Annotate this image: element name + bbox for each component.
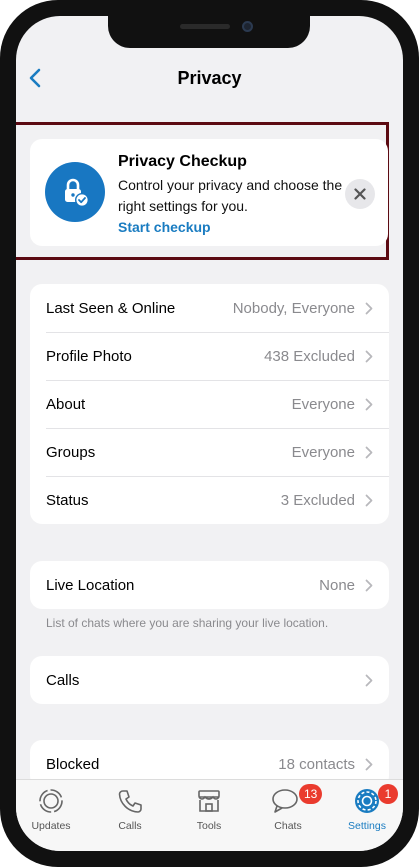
- chevron-right-icon: [365, 758, 373, 770]
- row-about[interactable]: About Everyone: [30, 380, 389, 428]
- row-value: 18 contacts: [278, 755, 355, 773]
- row-last-seen[interactable]: Last Seen & Online Nobody, Everyone: [30, 284, 389, 332]
- checkup-description: Control your privacy and choose the righ…: [118, 177, 343, 214]
- camera: [242, 21, 253, 32]
- privacy-settings-group: Last Seen & Online Nobody, Everyone Prof…: [30, 284, 389, 524]
- close-icon: [354, 188, 366, 200]
- chevron-right-icon: [365, 579, 373, 591]
- chevron-right-icon: [365, 446, 373, 458]
- page-title: Privacy: [177, 68, 242, 88]
- nav-bar: Privacy: [16, 56, 403, 100]
- row-label: Profile Photo: [46, 347, 132, 365]
- settings-badge: 1: [378, 784, 398, 804]
- close-checkup-button[interactable]: [345, 179, 375, 209]
- calls-group: Calls: [30, 656, 389, 704]
- tab-settings[interactable]: 1 Settings: [332, 784, 402, 840]
- live-location-footnote: List of chats where you are sharing your…: [46, 616, 329, 630]
- chevron-right-icon: [365, 494, 373, 506]
- row-value: Nobody, Everyone: [232, 299, 355, 317]
- row-live-location[interactable]: Live Location None: [30, 561, 389, 609]
- checkup-title: Privacy Checkup: [118, 153, 247, 170]
- row-label: Blocked: [46, 755, 100, 773]
- chevron-right-icon: [365, 674, 373, 686]
- phone-icon: [118, 790, 142, 813]
- tab-chats[interactable]: 13 Chats: [253, 784, 323, 840]
- lock-check-icon: [45, 162, 105, 222]
- row-label: Groups: [46, 443, 96, 461]
- tab-label: Updates: [31, 820, 71, 832]
- screen: Privacy Privacy Checkup Control your pri…: [16, 16, 403, 851]
- speaker: [180, 24, 230, 29]
- chevron-right-icon: [365, 350, 373, 362]
- row-value: Everyone: [291, 443, 355, 461]
- start-checkup-link[interactable]: Start checkup: [118, 219, 211, 235]
- tab-label: Settings: [348, 820, 386, 832]
- chevron-right-icon: [365, 398, 373, 410]
- row-label: About: [46, 395, 86, 413]
- chats-badge: 13: [299, 784, 323, 804]
- row-label: Calls: [46, 671, 80, 689]
- privacy-checkup-card: Privacy Checkup Control your privacy and…: [30, 139, 388, 246]
- row-value: 3 Excluded: [280, 491, 355, 509]
- row-status[interactable]: Status 3 Excluded: [30, 476, 389, 524]
- live-location-group: Live Location None: [30, 561, 389, 609]
- row-groups[interactable]: Groups Everyone: [30, 428, 389, 476]
- notch: [108, 16, 310, 48]
- tab-bar: Updates Calls Tools 13 Chats 1 Settings: [16, 779, 403, 851]
- row-profile-photo[interactable]: Profile Photo 438 Excluded: [30, 332, 389, 380]
- tab-calls[interactable]: Calls: [95, 786, 165, 840]
- row-label: Status: [46, 491, 89, 509]
- tab-tools[interactable]: Tools: [174, 786, 244, 840]
- tab-label: Calls: [118, 820, 142, 832]
- row-value: 438 Excluded: [264, 347, 355, 365]
- tab-label: Tools: [196, 820, 222, 832]
- row-calls[interactable]: Calls: [30, 656, 389, 704]
- row-label: Live Location: [46, 576, 135, 594]
- row-value: None: [319, 576, 355, 594]
- row-value: Everyone: [291, 395, 355, 413]
- tab-label: Chats: [274, 820, 302, 832]
- updates-icon: [39, 789, 63, 813]
- phone-frame: Privacy Privacy Checkup Control your pri…: [0, 0, 419, 867]
- chevron-right-icon: [365, 302, 373, 314]
- row-label: Last Seen & Online: [46, 299, 176, 317]
- tab-updates[interactable]: Updates: [16, 786, 86, 840]
- store-icon: [198, 790, 220, 812]
